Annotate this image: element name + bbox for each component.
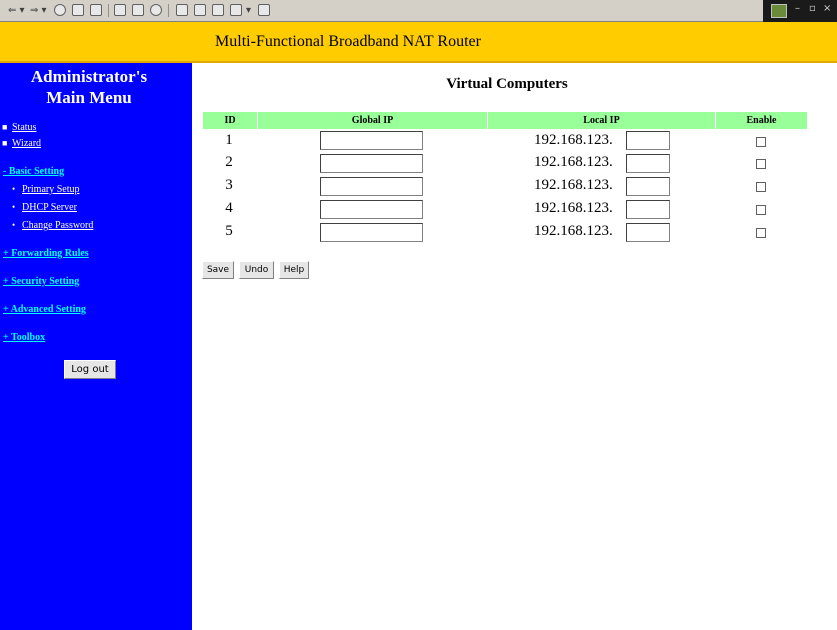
router-title: Multi-Functional Broadband NAT Router xyxy=(215,33,481,50)
sidebar-item-primary-setup[interactable]: Primary Setup xyxy=(22,184,80,195)
column-header-local-ip: Local IP xyxy=(488,112,715,129)
bullet-icon: • xyxy=(12,184,16,194)
toolbar-separator xyxy=(168,4,169,17)
header-banner: Multi-Functional Broadband NAT Router xyxy=(0,22,837,63)
global-ip-input[interactable] xyxy=(320,177,423,196)
local-ip-prefix: 192.168.123. xyxy=(534,154,613,170)
sidebar-item-wizard[interactable]: Wizard xyxy=(12,138,41,149)
bullet-icon: ■ xyxy=(2,138,8,148)
column-header-enable: Enable xyxy=(716,112,807,129)
enable-checkbox[interactable] xyxy=(756,182,766,192)
print-icon[interactable] xyxy=(194,4,206,16)
sidebar-section-basic-setting[interactable]: - Basic Setting xyxy=(3,166,64,177)
enable-checkbox[interactable] xyxy=(756,137,766,147)
save-button[interactable]: Save xyxy=(202,261,234,279)
sidebar-section-forwarding-rules[interactable]: + Forwarding Rules xyxy=(3,248,89,259)
bullet-icon: • xyxy=(12,202,16,212)
row-id: 3 xyxy=(225,177,233,193)
sidebar-item-status[interactable]: Status xyxy=(12,122,36,133)
toolbar-separator xyxy=(108,4,109,17)
forward-icon[interactable]: ⇒ ▾ xyxy=(30,4,47,17)
refresh-icon[interactable] xyxy=(72,4,84,16)
enable-checkbox[interactable] xyxy=(756,159,766,169)
bullet-icon: • xyxy=(12,220,16,230)
logout-button[interactable]: Log out xyxy=(64,360,116,379)
mail-icon[interactable] xyxy=(176,4,188,16)
window-controls: – ▫ × xyxy=(763,0,837,22)
global-ip-input[interactable] xyxy=(320,154,423,173)
row-id: 5 xyxy=(225,223,233,239)
sidebar-item-change-password[interactable]: Change Password xyxy=(22,220,93,231)
sidebar-title: Administrator's Main Menu xyxy=(0,66,178,108)
local-ip-input[interactable] xyxy=(626,131,670,150)
page-title: Virtual Computers xyxy=(446,76,568,92)
back-icon[interactable]: ⇐ ▾ xyxy=(8,4,25,17)
local-ip-prefix: 192.168.123. xyxy=(534,177,613,193)
sidebar-section-advanced-setting[interactable]: + Advanced Setting xyxy=(3,304,86,315)
help-button[interactable]: Help xyxy=(279,261,309,279)
global-ip-input[interactable] xyxy=(320,223,423,242)
undo-button[interactable]: Undo xyxy=(239,261,274,279)
edit-icon[interactable] xyxy=(212,4,224,16)
row-id: 4 xyxy=(225,200,233,216)
column-header-global-ip: Global IP xyxy=(258,112,487,129)
bullet-icon: ■ xyxy=(2,122,8,132)
discuss-icon[interactable] xyxy=(230,4,242,16)
global-ip-input[interactable] xyxy=(320,131,423,150)
enable-checkbox[interactable] xyxy=(756,228,766,238)
local-ip-input[interactable] xyxy=(626,154,670,173)
local-ip-input[interactable] xyxy=(626,177,670,196)
sidebar: Administrator's Main Menu ■ Status ■ Wiz… xyxy=(0,63,192,630)
enable-checkbox[interactable] xyxy=(756,205,766,215)
sidebar-section-security-setting[interactable]: + Security Setting xyxy=(3,276,79,287)
sidebar-item-dhcp-server[interactable]: DHCP Server xyxy=(22,202,77,213)
row-id: 1 xyxy=(225,132,233,148)
maximize-icon[interactable]: ▫ xyxy=(809,3,816,14)
favorites-icon[interactable] xyxy=(132,4,144,16)
close-icon[interactable]: × xyxy=(823,3,831,14)
local-ip-prefix: 192.168.123. xyxy=(534,200,613,216)
global-ip-input[interactable] xyxy=(320,200,423,219)
local-ip-input[interactable] xyxy=(626,223,670,242)
local-ip-input[interactable] xyxy=(626,200,670,219)
sidebar-title-line2: Main Menu xyxy=(46,88,132,107)
sidebar-title-line1: Administrator's xyxy=(30,67,148,86)
sidebar-section-toolbox[interactable]: + Toolbox xyxy=(3,332,45,343)
messenger-icon[interactable] xyxy=(258,4,270,16)
browser-toolbar: ⇐ ▾ ⇒ ▾ ▾ – ▫ × xyxy=(0,0,837,22)
search-icon[interactable] xyxy=(114,4,126,16)
windows-logo-icon xyxy=(771,4,787,18)
local-ip-prefix: 192.168.123. xyxy=(534,132,613,148)
local-ip-prefix: 192.168.123. xyxy=(534,223,613,239)
row-id: 2 xyxy=(225,154,233,170)
column-header-id: ID xyxy=(203,112,257,129)
chevron-down-icon[interactable]: ▾ xyxy=(246,4,251,17)
minimize-icon[interactable]: – xyxy=(795,3,800,14)
home-icon[interactable] xyxy=(90,4,102,16)
stop-icon[interactable] xyxy=(54,4,66,16)
history-icon[interactable] xyxy=(150,4,162,16)
